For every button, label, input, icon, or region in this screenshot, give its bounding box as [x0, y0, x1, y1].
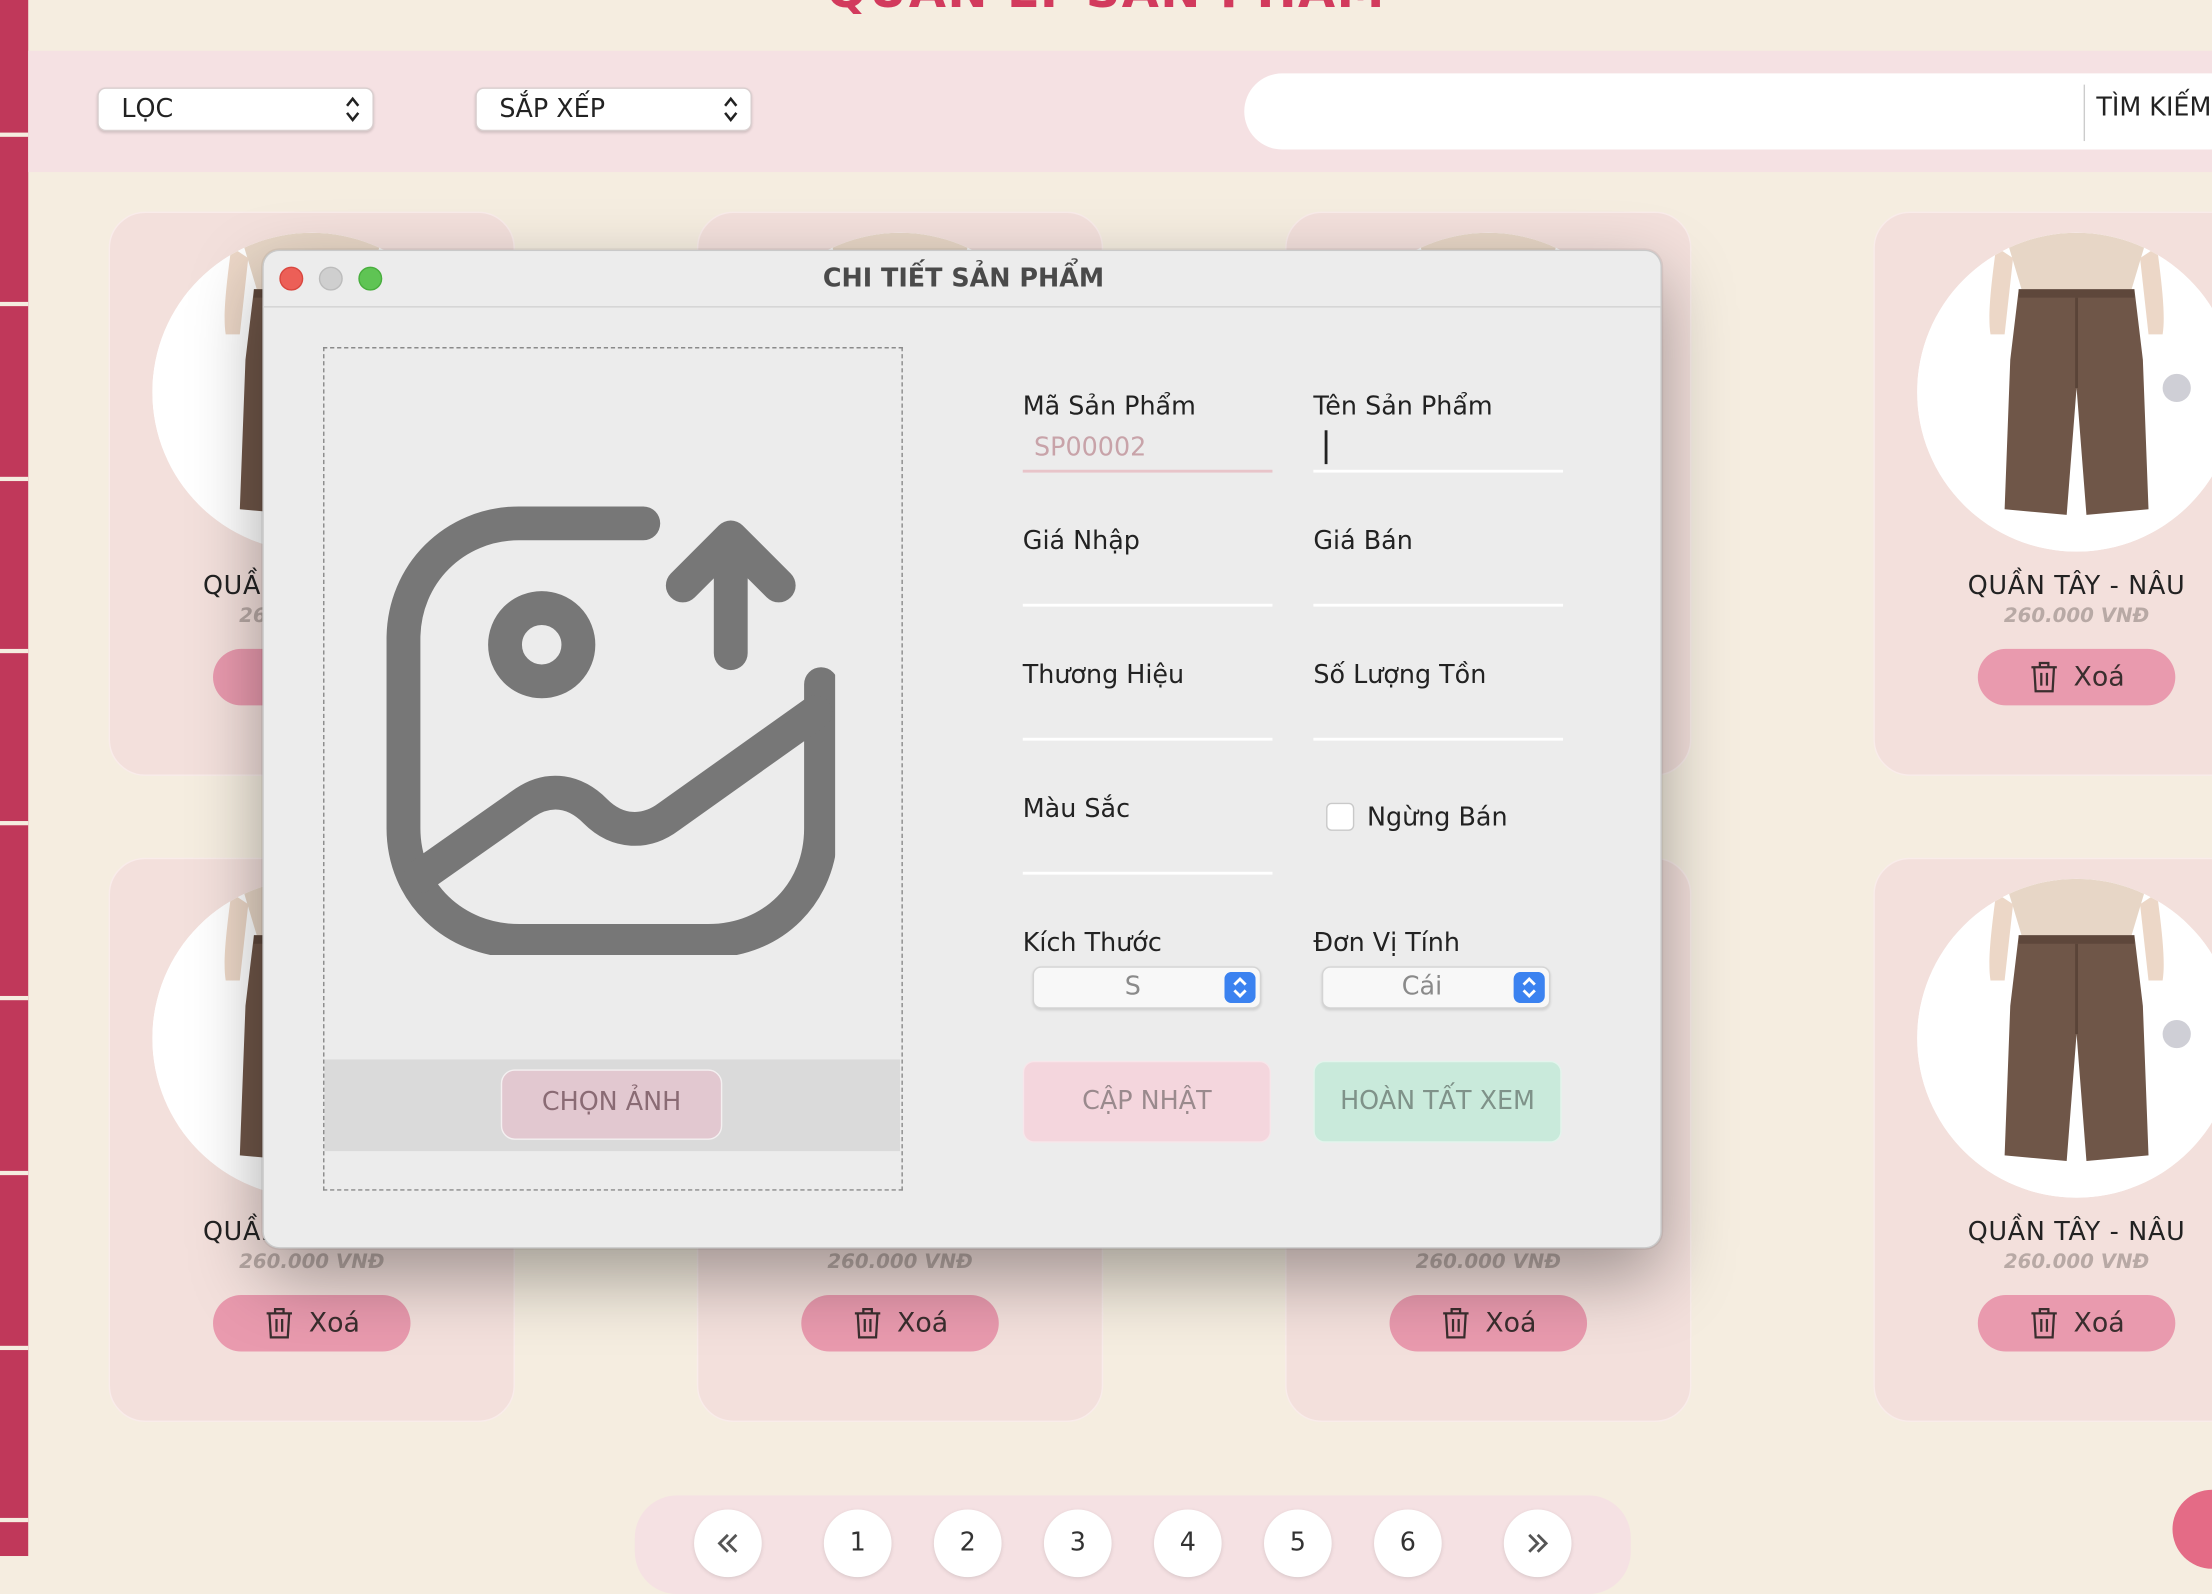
select-caret-icon: [346, 96, 360, 122]
product-price: 260.000 VNĐ: [1415, 1251, 1561, 1274]
delete-label: Xoá: [308, 1307, 360, 1339]
stepper-arrows-icon: [1224, 971, 1256, 1004]
unit-select-value: Cái: [1401, 971, 1443, 1002]
dialog-title: CHI TIẾT SẢN PHẨM: [822, 263, 1105, 294]
trash-icon: [2031, 661, 2057, 693]
search-button[interactable]: TÌM KIẾM: [2096, 93, 2211, 123]
page-title: QUẢN LÝ SẢN PHẨM: [0, 0, 2212, 20]
trash-icon: [854, 1308, 881, 1339]
product-name: QUẦN TÂY - NÂU: [1967, 1217, 2186, 1248]
delete-label: Xoá: [896, 1307, 949, 1339]
sell-price-underline: [1313, 603, 1564, 607]
done-viewing-button[interactable]: HOÀN TẤT XEM: [1313, 1060, 1562, 1143]
import-price-underline: [1022, 603, 1273, 607]
color-label: Màu Sắc: [1022, 794, 1131, 824]
trash-icon: [1442, 1308, 1469, 1339]
page-button[interactable]: 1: [823, 1509, 892, 1578]
stock-label: Số Lượng Tồn: [1313, 660, 1487, 690]
delete-label: Xoá: [2073, 1307, 2125, 1339]
product-code-field[interactable]: SP00002: [1034, 433, 1146, 463]
image-drop-zone[interactable]: CHỌN ẢNH: [323, 347, 903, 1191]
pagination-bar: [634, 1495, 1631, 1594]
side-rail: [0, 0, 29, 1557]
text-caret: [1324, 430, 1328, 465]
product-photo-image: [1917, 232, 2212, 552]
page-button[interactable]: 4: [1153, 1509, 1222, 1578]
select-caret-icon: [724, 96, 738, 122]
product-price: 260.000 VNĐ: [2003, 605, 2150, 628]
sell-price-label: Giá Bán: [1313, 526, 1413, 556]
app-window: QUẢN LÝ SẢN PHẨM LỌC SẮP XẾP TÌM KIẾM QU…: [0, 0, 2212, 1594]
page-button[interactable]: 3: [1043, 1509, 1112, 1578]
filter-select[interactable]: LỌC: [97, 87, 374, 132]
product-card[interactable]: QUẦN TÂY - NÂU 260.000 VNĐ Xoá: [1873, 857, 2212, 1422]
import-price-label: Giá Nhập: [1022, 526, 1140, 556]
page-button[interactable]: 2: [933, 1509, 1002, 1578]
brand-label: Thương Hiệu: [1022, 660, 1185, 690]
delete-product-button[interactable]: Xoá: [213, 1295, 411, 1352]
trash-icon: [2031, 1308, 2057, 1339]
dialog-titlebar: CHI TIẾT SẢN PHẨM: [263, 251, 1661, 308]
product-photo-image: [1917, 878, 2212, 1198]
discontinued-label: Ngừng Bán: [1366, 802, 1508, 833]
add-product-button[interactable]: [2172, 1489, 2212, 1569]
double-chevron-right-icon: [1528, 1533, 1549, 1553]
unit-select[interactable]: Cái: [1321, 966, 1551, 1009]
delete-label: Xoá: [2073, 661, 2125, 693]
filter-select-label: LỌC: [121, 94, 174, 125]
double-chevron-left-icon: [717, 1533, 738, 1553]
delete-label: Xoá: [1485, 1307, 1537, 1339]
product-detail-dialog: CHI TIẾT SẢN PHẨM CHỌN ẢNH Mã Sản Phẩm S…: [262, 249, 1662, 1249]
search-divider: [2083, 84, 2086, 142]
search-input[interactable]: [1244, 73, 2212, 150]
delete-product-button[interactable]: Xoá: [1389, 1295, 1588, 1352]
sort-select[interactable]: SẮP XẾP: [475, 87, 752, 132]
product-code-underline: [1022, 469, 1273, 473]
unit-label: Đơn Vị Tính: [1313, 928, 1461, 958]
product-code-label: Mã Sản Phẩm: [1022, 392, 1196, 422]
stepper-arrows-icon: [1513, 971, 1545, 1004]
size-select-value: S: [1124, 971, 1141, 1002]
product-price: 260.000 VNĐ: [827, 1251, 973, 1274]
product-photo: [1917, 878, 2212, 1198]
page-button[interactable]: 5: [1263, 1509, 1332, 1578]
sort-select-label: SẮP XẾP: [499, 94, 606, 125]
image-upload-icon: [386, 506, 836, 956]
delete-product-button[interactable]: Xoá: [1977, 1295, 2176, 1352]
color-underline: [1022, 871, 1273, 875]
product-price: 260.000 VNĐ: [2003, 1251, 2150, 1274]
stock-underline: [1313, 737, 1564, 741]
product-name-underline: [1313, 469, 1564, 473]
image-zone-footer: CHỌN ẢNH: [324, 1059, 901, 1152]
pagination-next-button[interactable]: [1503, 1509, 1572, 1578]
page-button[interactable]: 6: [1374, 1509, 1442, 1578]
size-label: Kích Thước: [1022, 928, 1162, 958]
delete-product-button[interactable]: Xoá: [801, 1295, 999, 1352]
pagination-prev-button[interactable]: [694, 1509, 762, 1578]
product-name-label: Tên Sản Phẩm: [1313, 392, 1493, 422]
product-price: 260.000 VNĐ: [239, 1251, 385, 1274]
delete-product-button[interactable]: Xoá: [1977, 648, 2176, 706]
trash-icon: [266, 1308, 292, 1339]
size-select[interactable]: S: [1032, 966, 1262, 1009]
brand-underline: [1022, 737, 1273, 741]
update-button[interactable]: CẬP NHẬT: [1022, 1060, 1272, 1143]
product-photo: [1917, 232, 2212, 552]
product-name: QUẦN TÂY - NÂU: [1967, 571, 2186, 601]
choose-image-button[interactable]: CHỌN ẢNH: [500, 1069, 723, 1140]
discontinued-checkbox[interactable]: [1326, 802, 1355, 831]
product-card[interactable]: QUẦN TÂY - NÂU 260.000 VNĐ Xoá: [1873, 211, 2212, 776]
